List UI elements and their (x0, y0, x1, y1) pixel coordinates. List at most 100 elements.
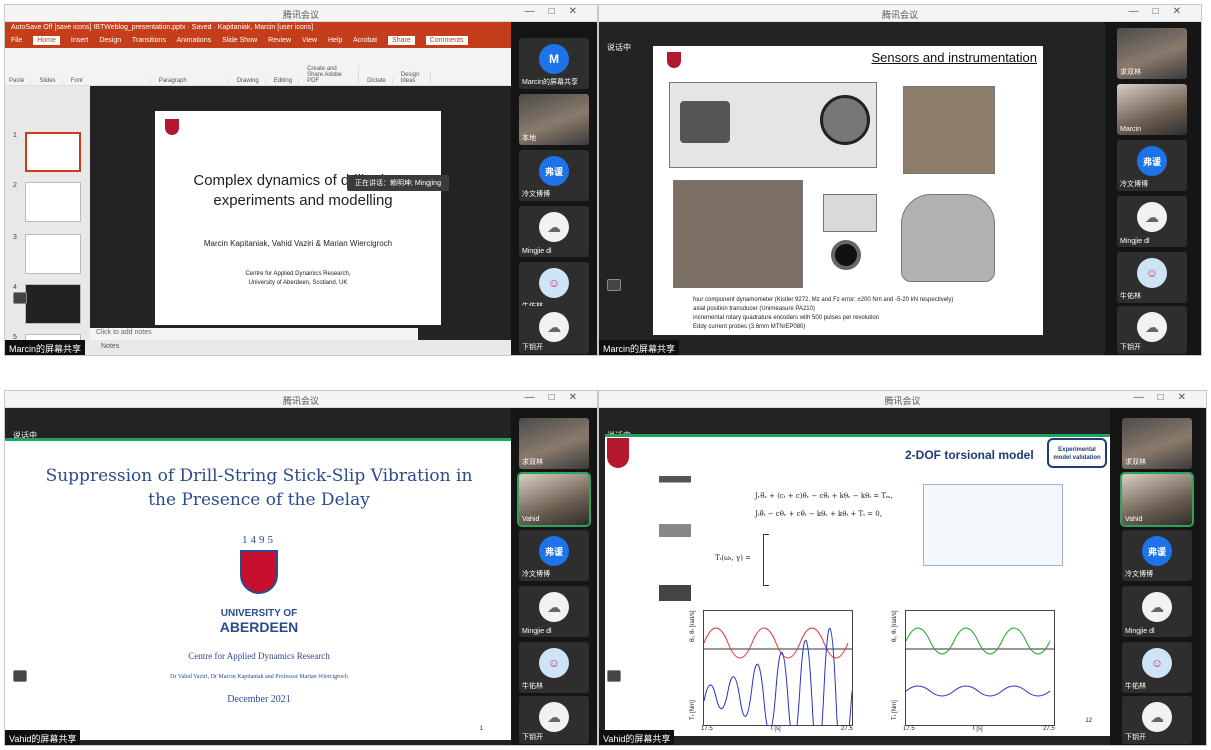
photo-sensor-ring (901, 194, 995, 282)
meeting-window-3: 腾讯会议 —□✕ 说话中 Suppression of Drill-String… (4, 390, 598, 746)
design-ideas-button[interactable]: Design Ideas (401, 72, 431, 84)
tab-home[interactable]: Home (33, 36, 60, 45)
block-diagram (923, 484, 1063, 566)
avatar: 弗谖 (1142, 536, 1172, 566)
thumbnail-slide-4[interactable] (25, 284, 81, 324)
participant-tile[interactable]: Vahid (1120, 472, 1194, 527)
participant-tile[interactable]: 求双林 (1122, 418, 1192, 469)
window-controls[interactable]: —□✕ (525, 6, 591, 17)
participant-name: 冷文博博 (1120, 181, 1148, 188)
window-title: 腾讯会议 (282, 396, 319, 406)
participant-tile[interactable]: ☁ Mingjie dl (519, 206, 589, 257)
slide-affiliation-2: University of Aberdeen, Scotland, UK (248, 280, 348, 286)
participant-tile[interactable]: 本地 (519, 94, 589, 145)
participant-tile[interactable]: ☁ Mingjie dl (519, 586, 589, 637)
participant-tile[interactable]: 弗谖 冷文博博 (1117, 140, 1187, 191)
tab-animations[interactable]: Animations (177, 37, 212, 44)
participant-tile[interactable]: ☁ 下钥开 (519, 696, 589, 744)
participant-tile[interactable]: ☁ 下钥开 (1122, 696, 1192, 744)
participant-tile[interactable]: 弗谖 冷文博博 (519, 150, 589, 201)
menu-icon[interactable] (13, 292, 27, 304)
titlebar[interactable]: 腾讯会议 —□✕ (5, 5, 597, 22)
menu-icon[interactable] (13, 670, 27, 682)
adobe-pdf-button[interactable]: Create and Share Adobe PDF (307, 66, 360, 84)
share-button[interactable]: Share (388, 36, 415, 45)
ribbon-groups: Paste Slides Font Paragraph Drawing Edit… (9, 52, 507, 84)
participant-name: 求双林 (1125, 459, 1146, 466)
thumbnail-slide-1[interactable] (25, 132, 81, 172)
avatar: ☁ (539, 592, 569, 622)
tab-acrobat[interactable]: Acrobat (353, 37, 377, 44)
participant-tile[interactable]: 弗谖 冷文博博 (519, 530, 589, 581)
participant-tile[interactable]: 弗谖 冷文博博 (1122, 530, 1192, 581)
participant-tile[interactable]: ☺ 牛佑林 (1117, 252, 1187, 303)
plot-right-ylabel-2: Tₜ [Nm] (892, 700, 898, 720)
slide-date: December 2021 (227, 694, 291, 705)
shared-screen: AutoSave Off [save icons] IBTWeblog_pres… (5, 22, 511, 355)
menu-icon[interactable] (607, 670, 621, 682)
main-slide: Complex dynamics of drill-stings: experi… (155, 111, 441, 325)
series-torque-blue (703, 628, 853, 736)
drawing-button[interactable]: Drawing (237, 78, 266, 84)
ppt-ribbon: AutoSave Off [save icons] IBTWeblog_pres… (5, 22, 511, 86)
participant-tile[interactable]: ☁ Mingjie dl (1122, 586, 1192, 637)
equation-1: Jᵣθ̈ᵣ + (cₜ + c)θ̇ᵣ − cθ̇ₜ + kθᵣ − kθₜ =… (755, 492, 893, 500)
participant-name: 牛佑林 (522, 683, 543, 690)
participant-tile[interactable]: ☺ 牛佑林 (1122, 642, 1192, 693)
participant-tile[interactable]: 求双林 (519, 418, 589, 469)
participant-tile[interactable]: ☺ 牛佑林 (519, 642, 589, 693)
plot-right-xlabel: t [s] (973, 726, 983, 732)
participant-tile[interactable]: 求双林 (1117, 28, 1187, 79)
window-controls[interactable]: —□✕ (1129, 6, 1195, 17)
participant-tile[interactable]: M Marcin的屏幕共享 (519, 38, 589, 89)
window-controls[interactable]: —□✕ (525, 392, 591, 403)
participant-name: 冷文博博 (522, 191, 550, 198)
tab-review[interactable]: Review (268, 37, 291, 44)
avatar: ☺ (1142, 648, 1172, 678)
participant-tile[interactable]: Vahid (517, 472, 591, 527)
tab-slideshow[interactable]: Slide Show (222, 37, 257, 44)
titlebar[interactable]: 腾讯会议 —□✕ (599, 391, 1206, 408)
participant-name: 下钥开 (522, 344, 543, 351)
paragraph-group[interactable]: Paragraph (159, 78, 229, 84)
tab-file[interactable]: File (11, 37, 22, 44)
tab-help[interactable]: Help (328, 37, 342, 44)
series-velocity-green (905, 627, 1051, 655)
tab-view[interactable]: View (302, 37, 317, 44)
sensor-diagram (669, 82, 877, 168)
comments-button[interactable]: Comments (425, 36, 468, 45)
bullet-item: four component dynamometer (Kistler 9272… (693, 297, 954, 303)
participant-name: Mingjie dl (1125, 628, 1155, 635)
tab-design[interactable]: Design (99, 37, 121, 44)
bullet-list: four component dynamometer (Kistler 9272… (693, 296, 1033, 332)
participant-tile[interactable]: Marcin (1117, 84, 1187, 135)
editing-button[interactable]: Editing (274, 78, 300, 84)
slide-affiliation-1: Centre for Applied Dynamics Research, (245, 271, 351, 277)
titlebar[interactable]: 腾讯会议 —□✕ (5, 391, 597, 408)
participant-tile[interactable]: ☁ Mingjie dl (1117, 196, 1187, 247)
tab-transitions[interactable]: Transitions (132, 37, 166, 44)
thumbnail-slide-2[interactable] (25, 182, 81, 222)
plot-right-svg (905, 627, 1054, 697)
participant-name: Vahid (1125, 516, 1143, 523)
avatar: ☺ (539, 268, 569, 298)
window-controls[interactable]: —□✕ (1134, 392, 1200, 403)
notes-pane[interactable]: Click to add notes (90, 328, 418, 340)
participant-tile[interactable]: ☁ 下钥开 (519, 306, 589, 354)
share-label: Marcin的屏幕共享 (599, 340, 680, 355)
dictate-button[interactable]: Dictate (367, 78, 393, 84)
tab-insert[interactable]: Insert (71, 37, 89, 44)
paste-button[interactable]: Paste (9, 78, 32, 84)
font-group[interactable]: Font (71, 78, 151, 84)
slides-button[interactable]: Slides (39, 78, 63, 84)
participant-name: 牛佑林 (1125, 683, 1146, 690)
plot-left-ylabel-2: Tₜ [Nm] (690, 700, 696, 720)
series-torque-blue (905, 685, 1051, 697)
avatar: ☺ (1137, 258, 1167, 288)
drillstring-model-icon (659, 460, 691, 620)
titlebar[interactable]: 腾讯会议 —□✕ (599, 5, 1201, 22)
university-crest-icon (240, 550, 278, 594)
menu-icon[interactable] (607, 279, 621, 291)
participant-tile[interactable]: ☁ 下钥开 (1117, 306, 1187, 354)
thumbnail-slide-3[interactable] (25, 234, 81, 274)
